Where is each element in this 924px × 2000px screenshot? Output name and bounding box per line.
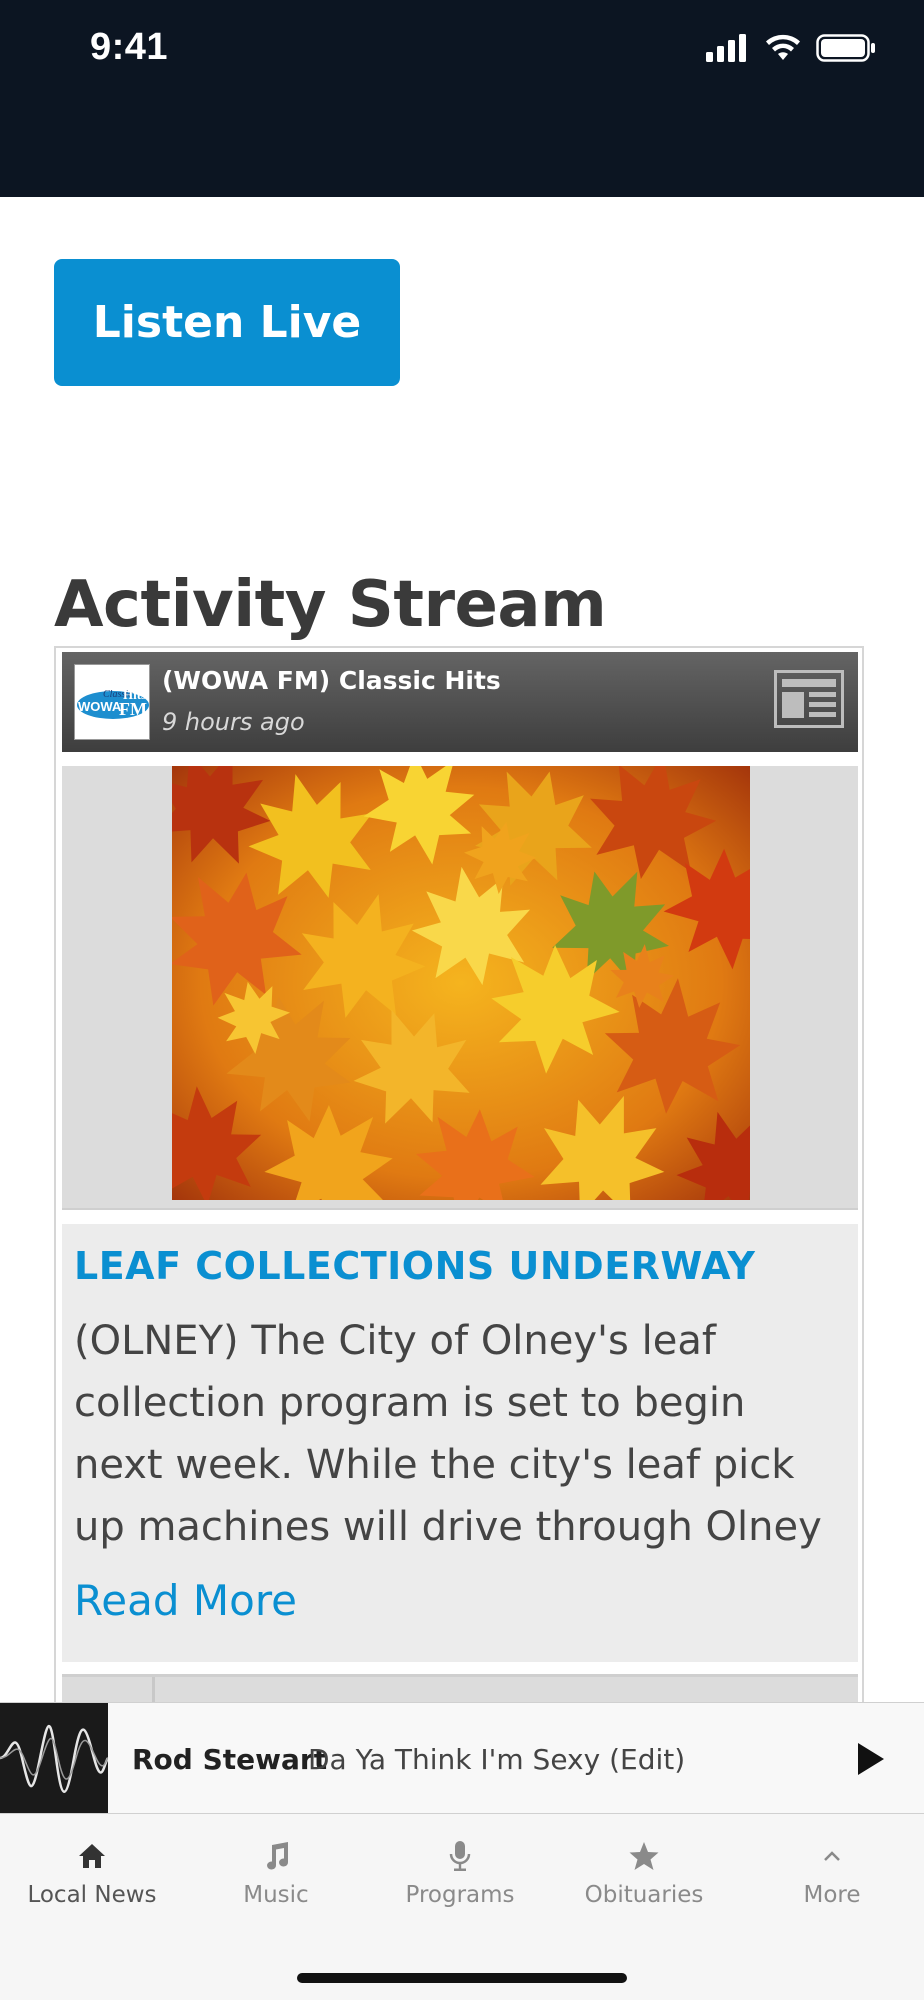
- signal-icon: [706, 34, 746, 62]
- now-playing-artwork: [0, 1703, 108, 1813]
- tab-label: More: [803, 1882, 861, 1908]
- tab-obituaries[interactable]: Obituaries: [552, 1836, 736, 1908]
- tab-more[interactable]: More: [740, 1836, 924, 1908]
- page-title: Activity Stream: [54, 568, 607, 642]
- now-playing-artist: Rod Stewart: [132, 1743, 328, 1776]
- station-logo: Classic Hits WOWA FM: [74, 664, 150, 740]
- home-indicator: [297, 1973, 627, 1983]
- article-headline[interactable]: LEAF COLLECTIONS UNDERWAY: [74, 1244, 755, 1288]
- tab-label: Programs: [405, 1882, 515, 1908]
- tab-music[interactable]: Music: [184, 1836, 368, 1908]
- listen-live-button[interactable]: Listen Live: [54, 259, 400, 386]
- article-image-container[interactable]: [62, 766, 858, 1210]
- star-icon: [629, 1842, 659, 1870]
- now-playing-bar[interactable]: Rod Stewart Da Ya Think I'm Sexy (Edit): [0, 1702, 924, 1814]
- read-more-link[interactable]: Read More: [74, 1576, 297, 1625]
- article-excerpt: (OLNEY) The City of Olney's leaf collect…: [74, 1318, 822, 1550]
- status-bar: 9:41: [0, 0, 924, 197]
- svg-text:WOWA: WOWA: [78, 699, 122, 714]
- svg-text:FM: FM: [119, 699, 147, 719]
- article-icon: [774, 670, 844, 728]
- status-time: 9:41: [90, 26, 169, 68]
- play-icon[interactable]: [848, 1739, 888, 1779]
- autumn-leaves-image: [172, 766, 750, 1200]
- battery-icon: [816, 34, 875, 62]
- station-name[interactable]: (WOWA FM) Classic Hits: [162, 666, 501, 695]
- tab-programs[interactable]: Programs: [368, 1836, 552, 1908]
- now-playing-song: Da Ya Think I'm Sexy (Edit): [308, 1743, 686, 1776]
- tab-label: Local News: [27, 1882, 157, 1908]
- activity-card[interactable]: Classic Hits WOWA FM (WOWA FM) Classic H…: [54, 646, 864, 1717]
- status-icons: [706, 34, 876, 62]
- tab-local-news[interactable]: Local News: [0, 1836, 184, 1908]
- article-body: LEAF COLLECTIONS UNDERWAY (OLNEY) The Ci…: [62, 1224, 858, 1662]
- microphone-icon: [449, 1841, 471, 1871]
- post-timestamp: 9 hours ago: [162, 708, 305, 736]
- wifi-icon: [766, 34, 800, 60]
- chevron-up-icon: [824, 1851, 840, 1861]
- tab-label: Obituaries: [584, 1882, 704, 1908]
- music-note-icon: [267, 1842, 289, 1870]
- tab-label: Music: [243, 1882, 309, 1908]
- card-header: Classic Hits WOWA FM (WOWA FM) Classic H…: [62, 652, 858, 752]
- home-icon: [79, 1844, 105, 1868]
